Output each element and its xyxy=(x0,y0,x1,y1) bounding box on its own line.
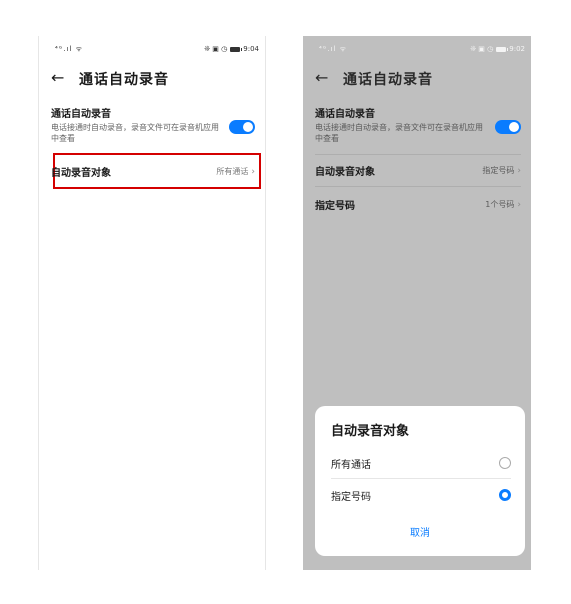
specified-numbers-value: 1个号码 › xyxy=(485,199,521,210)
record-target-value-text: 所有通话 xyxy=(216,166,249,176)
option-all-calls[interactable]: 所有通话 xyxy=(331,452,511,474)
auto-record-toggle[interactable] xyxy=(229,120,255,134)
chevron-right-icon: › xyxy=(517,165,521,176)
radio-unchecked-icon[interactable] xyxy=(499,457,511,469)
status-icons: ❊ ▣ ◷ 9:04 xyxy=(204,45,259,53)
wifi-icon: ᯤ xyxy=(75,45,83,53)
system-icons: ❊ ▣ ◷ xyxy=(470,45,494,53)
page-title: 通话自动录音 xyxy=(79,72,169,88)
record-target-row[interactable]: 自动录音对象 所有通话 › xyxy=(51,159,255,183)
status-icons: ❊ ▣ ◷ 9:02 xyxy=(470,45,525,53)
record-target-sheet: 自动录音对象 所有通话 指定号码 取消 xyxy=(315,406,525,556)
signal-icon: ⁴ᴳ.ıl xyxy=(319,45,337,53)
battery-icon xyxy=(496,46,509,52)
back-arrow-icon[interactable]: ← xyxy=(51,68,64,88)
sheet-title: 自动录音对象 xyxy=(331,424,410,439)
divider xyxy=(315,154,521,155)
auto-record-title: 通话自动录音 xyxy=(315,109,375,120)
radio-checked-icon[interactable] xyxy=(499,489,511,501)
wifi-icon: ᯤ xyxy=(339,45,347,53)
header: ← 通话自动录音 xyxy=(39,66,265,92)
signal-indicator: ⁴ᴳ.ıl ᯤ xyxy=(55,45,83,54)
sheet-divider xyxy=(331,478,511,479)
toggle-knob xyxy=(243,122,253,132)
specified-numbers-row[interactable]: 指定号码 1个号码 › xyxy=(315,192,521,216)
record-target-row[interactable]: 自动录音对象 指定号码 › xyxy=(315,158,521,182)
divider xyxy=(315,186,521,187)
clock: 9:04 xyxy=(243,45,259,53)
auto-record-toggle[interactable] xyxy=(495,120,521,134)
option-label: 所有通话 xyxy=(331,459,371,471)
auto-record-title: 通话自动录音 xyxy=(51,109,111,120)
chevron-right-icon: › xyxy=(517,199,521,210)
phone-screen-left: ⁴ᴳ.ıl ᯤ ❊ ▣ ◷ 9:04 ← 通话自动录音 通话自动录音 电话接通时… xyxy=(38,36,266,570)
record-target-value: 所有通话 › xyxy=(216,166,255,177)
specified-numbers-label: 指定号码 xyxy=(315,200,355,212)
back-arrow-icon[interactable]: ← xyxy=(315,68,328,88)
status-bar: ⁴ᴳ.ıl ᯤ ❊ ▣ ◷ 9:02 xyxy=(303,36,531,60)
auto-record-description: 电话接通时自动录音，录音文件可在录音机应用中查看 xyxy=(315,123,483,143)
header: ← 通话自动录音 xyxy=(303,66,531,92)
auto-record-description: 电话接通时自动录音，录音文件可在录音机应用中查看 xyxy=(51,123,219,143)
clock: 9:02 xyxy=(509,45,525,53)
record-target-label: 自动录音对象 xyxy=(51,167,111,179)
specified-numbers-value-text: 1个号码 xyxy=(485,199,515,209)
record-target-label: 自动录音对象 xyxy=(315,166,375,178)
page-title: 通话自动录音 xyxy=(343,72,433,88)
phone-screen-right: ⁴ᴳ.ıl ᯤ ❊ ▣ ◷ 9:02 ← 通话自动录音 通话自动录音 电话接通时… xyxy=(303,36,531,570)
system-icons: ❊ ▣ ◷ xyxy=(204,45,228,53)
status-bar: ⁴ᴳ.ıl ᯤ ❊ ▣ ◷ 9:04 xyxy=(39,36,265,60)
record-target-value-text: 指定号码 xyxy=(482,165,515,175)
cancel-button[interactable]: 取消 xyxy=(315,524,525,539)
auto-record-setting: 通话自动录音 电话接通时自动录音，录音文件可在录音机应用中查看 xyxy=(51,108,255,144)
signal-icon: ⁴ᴳ.ıl xyxy=(55,45,73,53)
auto-record-setting: 通话自动录音 电话接通时自动录音，录音文件可在录音机应用中查看 xyxy=(315,108,521,144)
chevron-right-icon: › xyxy=(251,166,255,177)
battery-icon xyxy=(230,46,243,52)
record-target-value: 指定号码 › xyxy=(482,165,521,176)
signal-indicator: ⁴ᴳ.ıl ᯤ xyxy=(319,45,347,54)
option-specified-numbers[interactable]: 指定号码 xyxy=(331,484,511,506)
option-label: 指定号码 xyxy=(331,491,371,503)
toggle-knob xyxy=(509,122,519,132)
